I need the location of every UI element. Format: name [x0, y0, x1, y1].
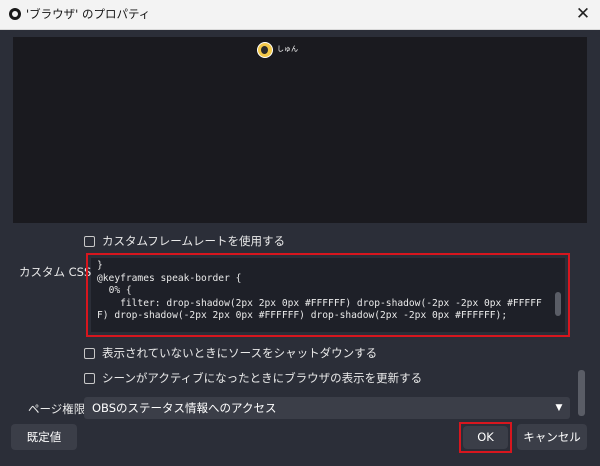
close-button[interactable]: ✕: [566, 0, 600, 29]
title-bar: 'ブラウザ' のプロパティ ✕: [0, 0, 600, 30]
shutdown-checkbox[interactable]: [84, 347, 95, 359]
shutdown-option[interactable]: 表示されていないときにソースをシャットダウンする: [84, 345, 377, 361]
custom-css-label: カスタム CSS: [19, 265, 92, 279]
css-scrollbar-thumb[interactable]: [555, 292, 561, 316]
custom-css-textarea[interactable]: } @keyframes speak-border { 0% { filter:…: [91, 258, 565, 332]
properties-scrollbar-thumb[interactable]: [578, 370, 585, 416]
user-avatar: [257, 42, 273, 58]
custom-fps-label: カスタムフレームレートを使用する: [102, 234, 285, 248]
ok-button[interactable]: OK: [463, 426, 508, 449]
custom-fps-option[interactable]: カスタムフレームレートを使用する: [84, 233, 285, 249]
dropdown-arrow-icon[interactable]: ▼: [548, 397, 570, 419]
obs-app-icon: [9, 8, 21, 20]
window-title: 'ブラウザ' のプロパティ: [26, 7, 151, 21]
cancel-button[interactable]: キャンセル: [517, 424, 587, 450]
custom-css-text: } @keyframes speak-border { 0% { filter:…: [97, 260, 542, 322]
refresh-label: シーンがアクティブになったときにブラウザの表示を更新する: [102, 371, 423, 385]
page-permissions-select[interactable]: OBSのステータス情報へのアクセス ▼: [84, 397, 570, 419]
page-permissions-label: ページ権限: [28, 402, 86, 416]
custom-css-editor-highlight: } @keyframes speak-border { 0% { filter:…: [86, 253, 570, 337]
page-permissions-value: OBSのステータス情報へのアクセス: [92, 401, 277, 415]
custom-fps-checkbox[interactable]: [84, 235, 95, 247]
defaults-button[interactable]: 既定値: [11, 424, 77, 450]
shutdown-label: 表示されていないときにソースをシャットダウンする: [102, 346, 378, 360]
refresh-option[interactable]: シーンがアクティブになったときにブラウザの表示を更新する: [84, 370, 422, 386]
browser-preview: しゅん: [13, 37, 587, 223]
refresh-checkbox[interactable]: [84, 372, 95, 384]
preview-user-name: しゅん: [277, 45, 298, 53]
